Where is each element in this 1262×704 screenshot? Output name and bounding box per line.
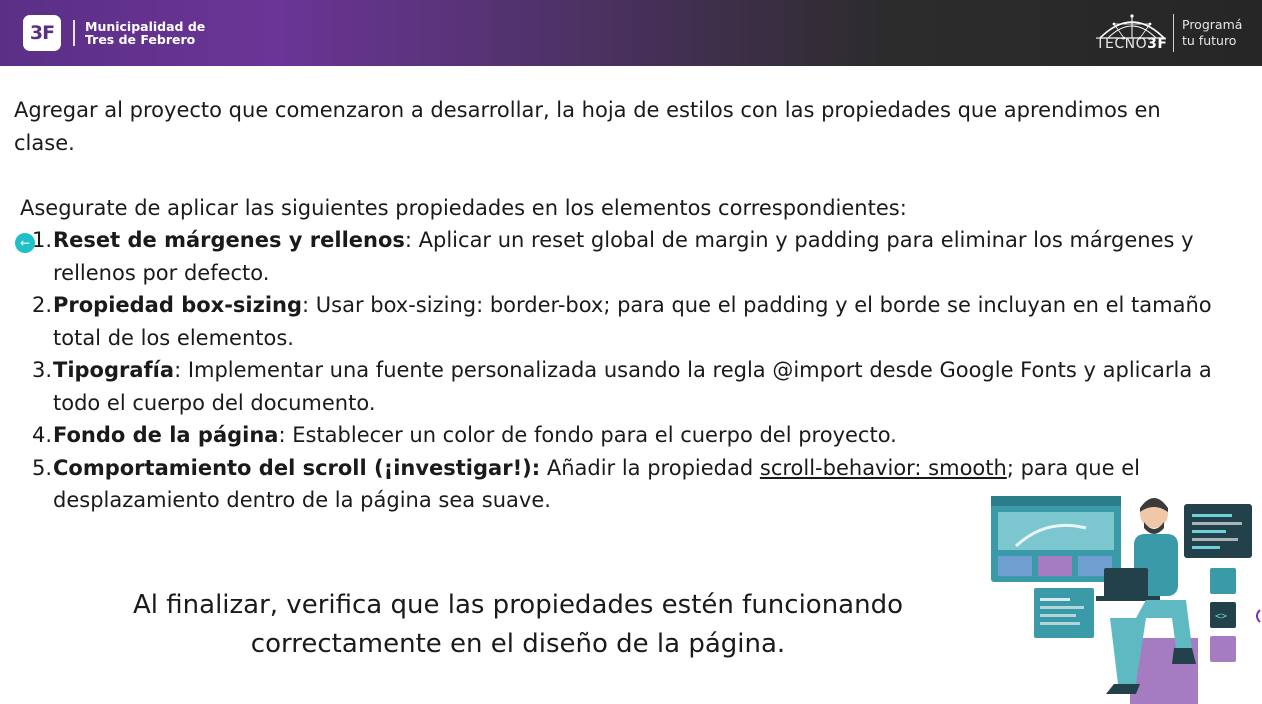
closing-message: Al finalizar, verifica que las propiedad… <box>98 586 938 664</box>
item-code-underlined: scroll-behavior: smooth <box>759 455 1007 480</box>
item-title: Comportamiento del scroll (¡investigar!)… <box>53 455 541 480</box>
arrow-left-circle-icon[interactable]: ← <box>15 233 35 253</box>
item-text: : Implementar una fuente personalizada u… <box>53 358 1212 415</box>
item-number: 4. <box>32 423 53 447</box>
requirements-list: 1. Reset de márgenes y rellenos: Aplicar … <box>0 224 1240 517</box>
item-text-before: Añadir la propiedad <box>540 455 760 480</box>
list-item: 1. Reset de márgenes y rellenos: Aplicar … <box>0 224 1240 289</box>
slogan-line2: tu futuro <box>1182 33 1237 48</box>
slogan-line1: Programá <box>1182 17 1243 32</box>
list-item: 2. Propiedad box-sizing: Usar box-sizing:… <box>0 289 1240 354</box>
svg-text:<>: <> <box>1215 611 1227 622</box>
item-title: Fondo de la página <box>53 423 279 447</box>
municipality-line2: Tres de Febrero <box>85 32 196 47</box>
item-number: 1. <box>32 228 53 252</box>
municipality-logo: 3F <box>23 15 61 51</box>
item-number: 2. <box>32 293 53 317</box>
tecno-suffix: 3F <box>1147 36 1168 52</box>
item-text: : Establecer un color de fondo para el c… <box>278 423 897 447</box>
header-bar: 3F Municipalidad de Tres de Febrero TECN… <box>0 0 1262 66</box>
tecno-wordmark: TECNO3F <box>1096 36 1167 52</box>
municipality-name: Municipalidad de Tres de Febrero <box>85 20 205 46</box>
closing-line1: Al finalizar, verifica que las propiedad… <box>133 590 903 620</box>
instructions-heading: Asegurate de aplicar las siguientes prop… <box>20 196 907 220</box>
tecno-divider <box>1173 14 1174 52</box>
item-title: Tipografía <box>53 358 175 382</box>
list-item: 3. Tipografía: Implementar una fuente per… <box>0 354 1240 419</box>
developer-with-laptop-illustration: <> <box>991 496 1261 704</box>
closing-line2: correctamente en el diseño de la página. <box>250 629 786 659</box>
intro-paragraph: Agregar al proyecto que comenzaron a des… <box>14 98 1161 155</box>
item-title: Propiedad box-sizing <box>53 293 303 317</box>
list-item: 4. Fondo de la página: Establecer un colo… <box>0 419 1240 452</box>
slogan: Programá tu futuro <box>1182 17 1242 49</box>
item-number: 5. <box>32 455 53 480</box>
tecno-prefix: TECNO <box>1096 36 1148 52</box>
item-title: Reset de márgenes y rellenos <box>53 228 405 252</box>
header-divider <box>73 20 75 46</box>
item-number: 3. <box>32 358 53 382</box>
